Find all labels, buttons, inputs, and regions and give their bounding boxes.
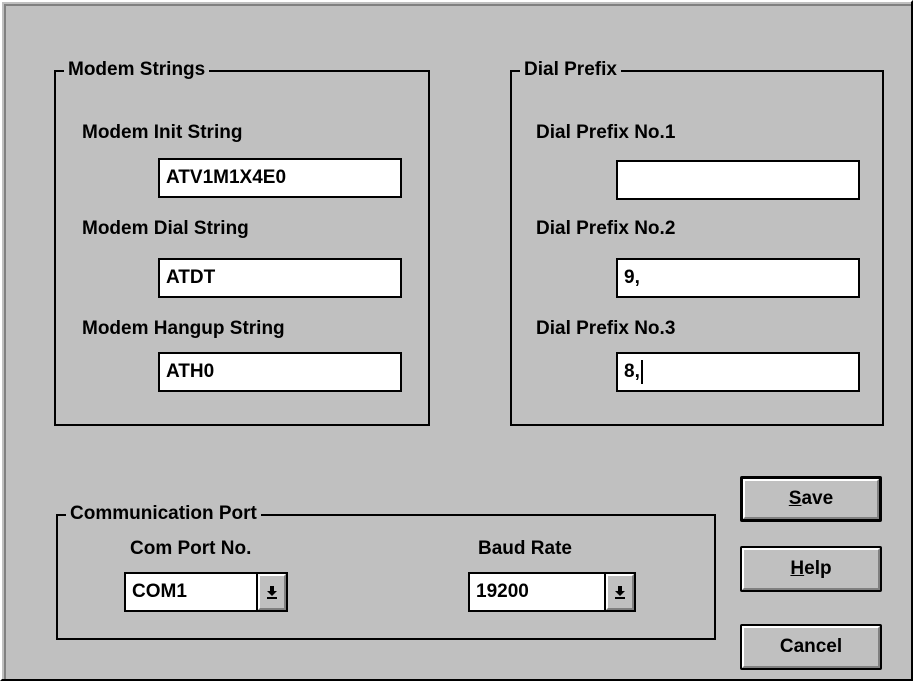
modem-init-label: Modem Init String — [82, 122, 243, 143]
baud-rate-label: Baud Rate — [478, 538, 572, 559]
modem-hangup-value: ATH0 — [166, 361, 215, 382]
dial-prefix-title: Dial Prefix — [520, 58, 621, 82]
modem-init-value: ATV1M1X4E0 — [166, 167, 287, 188]
com-port-value: COM1 — [132, 581, 187, 602]
dropdown-arrow-icon — [267, 586, 277, 599]
baud-rate-value: 19200 — [476, 581, 529, 602]
com-port-dropdown-button[interactable] — [256, 574, 286, 610]
modem-dial-label: Modem Dial String — [82, 218, 249, 239]
modem-hangup-input[interactable]: ATH0 — [158, 352, 402, 392]
cancel-button[interactable]: Cancel — [740, 624, 882, 670]
help-button[interactable]: Help — [740, 546, 882, 592]
modem-dial-value: ATDT — [166, 267, 216, 288]
dial-prefix-2-input[interactable]: 9, — [616, 258, 860, 298]
modem-dial-input[interactable]: ATDT — [158, 258, 402, 298]
cancel-button-label: Cancel — [779, 636, 843, 657]
modem-strings-title: Modem Strings — [64, 58, 210, 82]
dial-prefix-1-label: Dial Prefix No.1 — [536, 122, 676, 143]
save-button[interactable]: Save — [740, 476, 882, 522]
dialog-client-area: Modem Strings Modem Init String ATV1M1X4… — [4, 4, 911, 679]
save-button-label: Save — [788, 488, 834, 509]
dropdown-arrow-icon — [615, 586, 625, 599]
help-button-label: Help — [790, 558, 832, 579]
dial-prefix-2-label: Dial Prefix No.2 — [536, 218, 676, 239]
dial-prefix-3-value: 8, — [624, 361, 640, 382]
dial-prefix-3-label: Dial Prefix No.3 — [536, 318, 676, 339]
baud-rate-dropdown-button[interactable] — [604, 574, 634, 610]
dial-prefix-2-value: 9, — [624, 267, 640, 288]
baud-rate-select[interactable]: 19200 — [468, 572, 636, 612]
communication-port-title: Communication Port — [66, 502, 261, 526]
modem-hangup-label: Modem Hangup String — [82, 318, 285, 339]
com-port-label: Com Port No. — [130, 538, 252, 559]
com-port-select[interactable]: COM1 — [124, 572, 288, 612]
text-caret — [640, 359, 643, 384]
dial-prefix-1-input[interactable] — [616, 160, 860, 200]
dial-prefix-3-input[interactable]: 8, — [616, 352, 860, 392]
modem-init-input[interactable]: ATV1M1X4E0 — [158, 158, 402, 198]
settings-dialog: Modem Strings Modem Init String ATV1M1X4… — [0, 0, 913, 681]
